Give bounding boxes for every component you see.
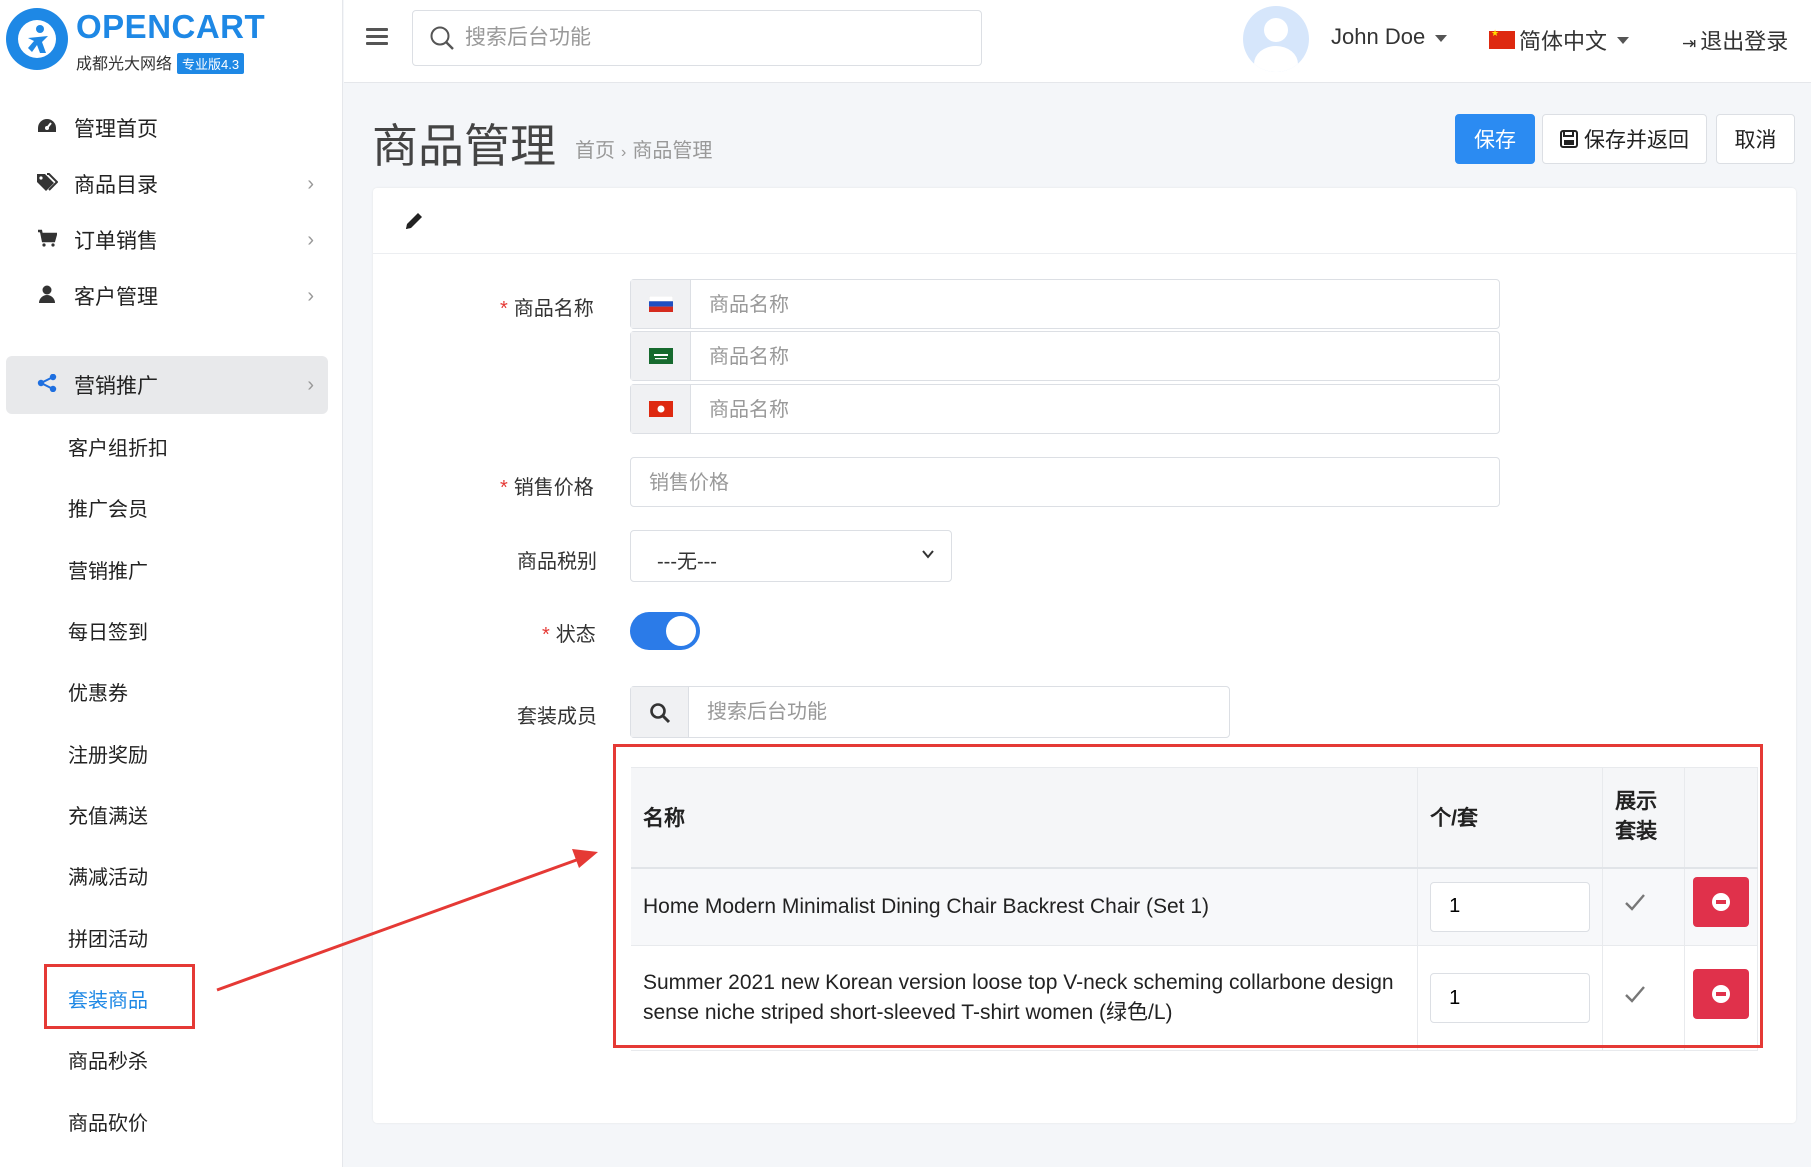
top-search: [412, 10, 982, 66]
status-toggle[interactable]: [630, 612, 700, 650]
save-and-return-label: 保存并返回: [1584, 129, 1689, 152]
sidebar-subitem[interactable]: 拼团活动: [68, 923, 148, 952]
sidebar-item-orders[interactable]: 订单销售 ›: [6, 211, 328, 269]
suite-search-input[interactable]: [707, 697, 1207, 727]
sidebar-subitem[interactable]: 充值满送: [68, 800, 148, 829]
sidebar-subitem[interactable]: 营销推广: [68, 555, 148, 584]
search-icon: [650, 703, 671, 724]
cancel-button[interactable]: 取消: [1716, 114, 1795, 164]
user-menu[interactable]: John Doe: [1331, 24, 1448, 50]
product-name-label-text: 商品名称: [513, 298, 594, 320]
top-bar: John Doe 简体中文 ⇥退出登录: [344, 0, 1811, 83]
chevron-right-icon: ›: [307, 373, 314, 396]
annotation-highlight-table: [613, 744, 1763, 1048]
price-label: * 销售价格: [500, 471, 594, 500]
sidebar-subitem[interactable]: 注册奖励: [68, 739, 148, 768]
search-addon: [631, 687, 689, 737]
brand-title: OPENCART: [76, 8, 266, 45]
logout-label: 退出登录: [1700, 29, 1789, 54]
sidebar-item-label: 订单销售: [74, 230, 158, 253]
breadcrumb-separator-icon: ›: [621, 144, 627, 161]
pencil-icon: [406, 213, 422, 229]
logo-mark-icon: [6, 8, 68, 70]
breadcrumb-current: 商品管理: [632, 140, 713, 162]
suite-members-label: 套装成员: [517, 706, 597, 728]
product-name-input[interactable]: [709, 395, 1469, 425]
breadcrumb: 首页 › 商品管理: [575, 134, 712, 163]
product-name-input[interactable]: [709, 290, 1469, 320]
logout-link[interactable]: ⇥ 退出登录: [1682, 24, 1788, 56]
menu-toggle-icon[interactable]: [366, 28, 388, 46]
product-name-label: * 商品名称: [500, 292, 594, 321]
brand-subtitle-text: 成都光大网络: [76, 56, 173, 73]
brand-subtitle: 成都光大网络 专业版4.3: [76, 50, 245, 74]
language-addon: [631, 332, 691, 380]
sidebar-subitem[interactable]: 推广会员: [68, 493, 148, 522]
card-header: [373, 188, 1796, 254]
tags-icon: [34, 172, 60, 196]
tax-class-select[interactable]: ---无---: [630, 530, 952, 582]
language-menu[interactable]: 简体中文: [1489, 24, 1630, 56]
sidebar-subitem[interactable]: 商品砍价: [68, 1107, 148, 1136]
save-and-return-button[interactable]: 保存并返回: [1542, 114, 1707, 164]
version-badge: 专业版4.3: [177, 53, 245, 74]
sidebar-subitem[interactable]: 商品秒杀: [68, 1045, 148, 1074]
status-label-text: 状态: [555, 624, 596, 646]
caret-down-icon: [1435, 34, 1448, 42]
logo[interactable]: OPENCART 成都光大网络 专业版4.3: [6, 6, 336, 76]
caret-down-icon: [1617, 36, 1630, 44]
sidebar-item-dashboard[interactable]: 管理首页: [6, 99, 328, 157]
required-mark: *: [542, 624, 550, 646]
chevron-down-icon: [922, 550, 934, 559]
save-button[interactable]: 保存: [1455, 114, 1535, 164]
sidebar-subitem[interactable]: 客户组折扣: [68, 432, 168, 461]
search-icon: [430, 26, 454, 50]
sidebar-item-marketing[interactable]: 营销推广 ›: [6, 356, 328, 414]
sidebar-subitem[interactable]: 满减活动: [68, 861, 148, 890]
sidebar-item-label: 营销推广: [74, 375, 158, 398]
sidebar-item-label: 商品目录: [74, 174, 158, 197]
avatar[interactable]: [1243, 6, 1309, 72]
cart-icon: [34, 229, 60, 252]
saudi-flag-icon: [649, 348, 673, 364]
annotation-highlight-menu: [44, 964, 195, 1029]
product-name-field-ar: [630, 331, 1500, 381]
russia-flag-icon: [649, 296, 673, 312]
china-flag-icon: [1489, 28, 1515, 49]
product-name-input[interactable]: [709, 342, 1469, 372]
page-title: 商品管理: [372, 120, 556, 172]
sidebar-item-customers[interactable]: 客户管理 ›: [6, 267, 328, 325]
tax-class-label: 商品税别: [517, 551, 597, 573]
required-mark: *: [500, 477, 508, 499]
floppy-icon: [1560, 130, 1578, 148]
sidebar-item-label: 客户管理: [74, 286, 158, 309]
language-addon: [631, 385, 691, 433]
price-field: [630, 457, 1500, 507]
language-addon: [631, 280, 691, 328]
required-mark: *: [500, 298, 508, 320]
sidebar-item-label: 管理首页: [74, 118, 158, 141]
product-name-field-hk: [630, 384, 1500, 434]
price-label-text: 销售价格: [513, 477, 594, 499]
share-icon: [34, 373, 60, 397]
product-name-field-ru: [630, 279, 1500, 329]
search-input[interactable]: [465, 19, 965, 57]
sign-out-icon: ⇥: [1682, 34, 1697, 53]
price-input[interactable]: [649, 468, 1479, 498]
chevron-right-icon: ›: [307, 228, 314, 251]
hongkong-flag-icon: [649, 401, 673, 417]
sidebar-item-catalog[interactable]: 商品目录 ›: [6, 155, 328, 213]
user-name: John Doe: [1331, 24, 1426, 49]
dashboard-icon: [34, 117, 60, 140]
breadcrumb-home[interactable]: 首页: [575, 140, 615, 162]
chevron-right-icon: ›: [307, 172, 314, 195]
status-label: * 状态: [542, 618, 596, 647]
suite-member-search: [630, 686, 1230, 738]
user-icon: [34, 285, 60, 308]
sidebar-subitem[interactable]: 优惠券: [68, 677, 128, 706]
chevron-right-icon: ›: [307, 284, 314, 307]
tax-class-value: ---无---: [657, 551, 717, 573]
language-label: 简体中文: [1519, 29, 1608, 54]
sidebar-subitem[interactable]: 每日签到: [68, 616, 148, 645]
